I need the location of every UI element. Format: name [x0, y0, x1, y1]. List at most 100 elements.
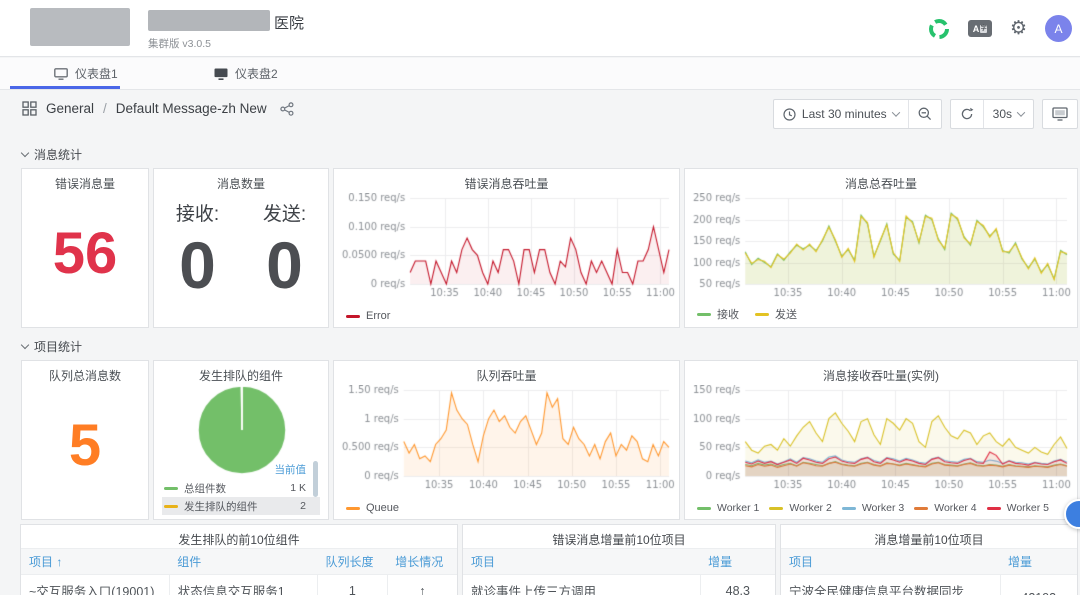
- legend-label[interactable]: Worker 3: [862, 502, 904, 514]
- refresh-interval-select[interactable]: 30s: [983, 100, 1033, 128]
- table-row: 就诊事件上传三方调用 48.3: [463, 575, 775, 595]
- legend-value: 2: [300, 500, 306, 512]
- cell-increment: 48.3: [700, 575, 775, 595]
- column-header-increment[interactable]: 增量: [1000, 549, 1077, 575]
- legend-dash: [987, 507, 1001, 510]
- panel-error-throughput: 错误消息吞吐量 Error: [333, 168, 680, 328]
- column-header-growth[interactable]: 增长情况: [387, 549, 457, 575]
- panel-title: 发生排队的组件: [154, 361, 328, 383]
- legend-current-value-header[interactable]: 当前值: [162, 461, 320, 479]
- legend-dash: [346, 315, 360, 318]
- queue-throughput-chart[interactable]: [338, 385, 677, 491]
- tv-icon: [1052, 107, 1068, 121]
- legend-label[interactable]: Error: [366, 310, 390, 322]
- breadcrumb-separator: /: [103, 101, 107, 116]
- column-header-increment[interactable]: 增量: [700, 549, 775, 575]
- cell-project: ~交互服务入口(19001): [21, 575, 169, 595]
- cell-growth: ↑: [387, 575, 457, 595]
- table-row: 宁波全民健康信息平台数据同步 (26001) 42192: [781, 575, 1077, 595]
- worker-throughput-chart[interactable]: [689, 385, 1075, 491]
- status-ring-icon[interactable]: [928, 18, 950, 40]
- legend-dash: [842, 507, 856, 510]
- time-range-label: Last 30 minutes: [802, 107, 887, 121]
- panel-title: 消息接收吞吐量(实例): [685, 361, 1077, 383]
- refresh-icon: [960, 107, 974, 121]
- panel-queue-total: 队列总消息数 5: [21, 360, 149, 520]
- cell-project: 就诊事件上传三方调用: [463, 575, 700, 595]
- legend-dash: [914, 507, 928, 510]
- error-count-value: 56: [22, 220, 148, 287]
- collapse-chevron-icon: [21, 341, 29, 349]
- monitor-dark-icon: [214, 68, 228, 80]
- settings-gear-icon[interactable]: ⚙: [1010, 19, 1027, 38]
- legend-row[interactable]: 总组件数 1 K: [162, 479, 320, 497]
- refresh-button[interactable]: [951, 100, 983, 128]
- table-error-increment: 错误消息增量前10位项目 项目 增量 就诊事件上传三方调用 48.3: [462, 524, 776, 595]
- legend-dash: [769, 507, 783, 510]
- column-header-component[interactable]: 组件: [169, 549, 317, 575]
- app-logo: [30, 8, 130, 46]
- legend-label[interactable]: Worker 2: [789, 502, 831, 514]
- total-throughput-chart[interactable]: [689, 193, 1075, 299]
- cell-increment: 42192: [1000, 575, 1077, 595]
- breadcrumb-dashboard-title[interactable]: Default Message-zh New: [116, 101, 267, 116]
- legend-dash: [697, 313, 711, 316]
- cell-queue-length: 1: [317, 575, 387, 595]
- column-header-project[interactable]: 项目 ↑: [21, 549, 169, 575]
- legend-label[interactable]: Worker 1: [717, 502, 759, 514]
- chevron-down-icon: [1017, 108, 1025, 116]
- section-message-stats[interactable]: 消息统计: [22, 146, 82, 163]
- refresh-interval-label: 30s: [993, 107, 1012, 121]
- legend-value: 1 K: [290, 482, 306, 494]
- legend-dash: [346, 507, 360, 510]
- send-label: 发送:: [263, 199, 306, 226]
- zoom-out-button[interactable]: [908, 100, 941, 128]
- panel-queue-throughput: 队列吞吐量 Queue: [333, 360, 680, 520]
- legend-label[interactable]: 发送: [775, 306, 797, 322]
- queue-total-value: 5: [22, 412, 148, 479]
- tab-dashboard-1[interactable]: 仪表盘1: [54, 58, 118, 89]
- panel-title: 队列总消息数: [22, 361, 148, 383]
- version-label: 集群版 v3.0.5: [148, 36, 211, 51]
- legend-label[interactable]: Worker 4: [934, 502, 976, 514]
- legend-dash: [697, 507, 711, 510]
- panel-total-throughput: 消息总吞吐量 接收 发送: [684, 168, 1078, 328]
- user-avatar[interactable]: A: [1045, 15, 1072, 42]
- dashboard-tabbar: 仪表盘1 仪表盘2: [0, 58, 1080, 90]
- legend-label[interactable]: Queue: [366, 502, 399, 514]
- column-header-queue-length[interactable]: 队列长度: [317, 549, 387, 575]
- collapse-chevron-icon: [21, 149, 29, 157]
- kiosk-mode-button[interactable]: [1043, 100, 1077, 128]
- send-value: 0: [266, 227, 303, 303]
- app-header: 医院 集群版 v3.0.5 A 字 ⚙ A: [0, 0, 1080, 57]
- cell-component: 状态信息交互服务1: [169, 575, 317, 595]
- legend-scrollbar[interactable]: [313, 461, 318, 497]
- panel-error-count: 错误消息量 56: [21, 168, 149, 328]
- legend-row[interactable]: 发生排队的组件 2: [162, 497, 320, 515]
- column-header-project[interactable]: 项目: [781, 549, 1000, 575]
- section-project-stats[interactable]: 项目统计: [22, 338, 82, 355]
- panel-worker-throughput: 消息接收吞吐量(实例) Worker 1 Worker 2 Worker 3 W…: [684, 360, 1078, 520]
- org-name-suffix: 医院: [274, 12, 304, 33]
- legend-label[interactable]: Worker 5: [1007, 502, 1049, 514]
- panel-title: 错误消息量: [22, 169, 148, 191]
- legend-dash: [164, 505, 178, 508]
- error-throughput-chart[interactable]: [338, 193, 677, 299]
- legend-label[interactable]: 接收: [717, 306, 739, 322]
- monitor-icon: [54, 68, 68, 80]
- legend-label: 总组件数: [184, 481, 284, 496]
- tab-dashboard-2[interactable]: 仪表盘2: [214, 58, 278, 89]
- time-range-picker[interactable]: Last 30 minutes: [774, 100, 908, 128]
- dashboard-toolbar-row: General / Default Message-zh New Last 30…: [0, 91, 1080, 139]
- share-icon[interactable]: [280, 102, 294, 116]
- table-queued-components: 发生排队的前10位组件 项目 ↑ 组件 队列长度 增长情况 ~交互服务入口(19…: [20, 524, 458, 595]
- cell-project: 宁波全民健康信息平台数据同步 (26001): [781, 575, 1000, 595]
- panel-title: 队列吞吐量: [334, 361, 679, 383]
- column-header-project[interactable]: 项目: [463, 549, 700, 575]
- breadcrumb-folder[interactable]: General: [46, 101, 94, 116]
- panel-message-count: 消息数量 接收: 发送: 0 0: [153, 168, 329, 328]
- language-switch-icon[interactable]: A 字: [968, 20, 992, 37]
- table-title: 消息增量前10位项目: [781, 525, 1077, 549]
- table-message-increment: 消息增量前10位项目 项目 增量 宁波全民健康信息平台数据同步 (26001) …: [780, 524, 1078, 595]
- legend-dash: [164, 487, 178, 490]
